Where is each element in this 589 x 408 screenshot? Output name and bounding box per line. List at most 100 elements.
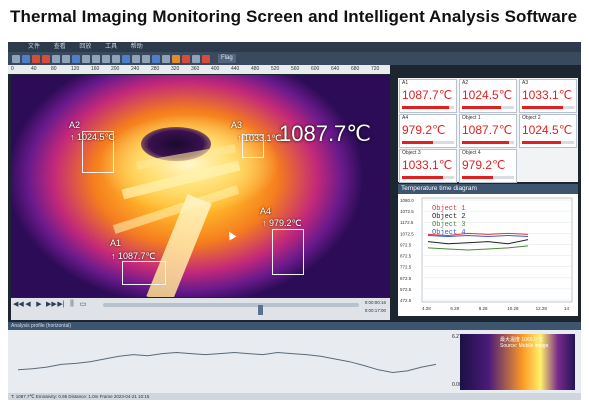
toolbar: Flag bbox=[8, 52, 581, 65]
ruler-tick: 440 bbox=[231, 66, 240, 72]
grid-icon[interactable] bbox=[82, 54, 90, 63]
roi-value-a1: ↑ 1087.7℃ bbox=[111, 251, 156, 261]
ruler-tick: 200 bbox=[111, 66, 120, 72]
trend-y-tick: 1072.5 bbox=[400, 231, 414, 236]
reading-value: 1024.5℃ bbox=[522, 123, 573, 137]
stop-icon[interactable] bbox=[32, 54, 40, 63]
export-icon[interactable] bbox=[192, 54, 200, 63]
rect-tool-icon[interactable] bbox=[92, 54, 100, 63]
reading-name: A2 bbox=[462, 80, 469, 86]
ruler-tick: 40 bbox=[31, 66, 37, 72]
roi-value-a4: ↑ 979.2℃ bbox=[262, 218, 302, 228]
ruler-tick: 400 bbox=[211, 66, 220, 72]
reading-tile[interactable]: A4 979.2℃ bbox=[399, 114, 457, 148]
reading-level-fill bbox=[402, 141, 434, 144]
reading-tile[interactable]: Object 3 1033.1℃ bbox=[399, 149, 457, 183]
step-back-icon[interactable]: ◀ bbox=[24, 300, 32, 308]
flag-button[interactable]: Flag bbox=[218, 54, 236, 63]
reading-level-fill bbox=[402, 176, 443, 179]
pause-icon[interactable]: || bbox=[68, 300, 76, 308]
chart-icon[interactable] bbox=[132, 54, 140, 63]
reading-level-fill bbox=[402, 106, 449, 109]
reading-level-fill bbox=[522, 141, 561, 144]
settings-icon[interactable] bbox=[62, 54, 70, 63]
point-tool-icon[interactable] bbox=[112, 54, 120, 63]
max-temperature-readout: 1087.7℃ bbox=[279, 121, 371, 146]
profile-title: Analysis profile (horizontal) bbox=[8, 322, 581, 330]
reading-tile[interactable]: A1 1087.7℃ bbox=[399, 79, 457, 113]
reading-value: 979.2℃ bbox=[462, 158, 506, 172]
trend-y-tick: 872.5 bbox=[400, 254, 412, 259]
ruler-tick: 600 bbox=[311, 66, 320, 72]
pixel-ruler: 0 40 80 120 160 200 240 280 320 360 400 440 480 520 56… bbox=[8, 65, 390, 74]
seek-track[interactable] bbox=[103, 303, 359, 315]
reading-tile[interactable]: A3 1033.1℃ bbox=[519, 79, 577, 113]
alarm-icon[interactable] bbox=[162, 54, 170, 63]
report-icon[interactable] bbox=[152, 54, 160, 63]
roi-value-a3: ↑ 1033.1℃ bbox=[237, 133, 282, 143]
ruler-tick: 80 bbox=[51, 66, 57, 72]
reading-name: Object 1 bbox=[462, 115, 481, 121]
mouse-cursor-icon bbox=[225, 229, 237, 241]
line-tool-icon[interactable] bbox=[102, 54, 110, 63]
seek-thumb[interactable] bbox=[258, 305, 263, 315]
play-icon[interactable] bbox=[22, 54, 30, 63]
roi-box-a1[interactable] bbox=[122, 261, 166, 285]
record-icon[interactable] bbox=[42, 54, 50, 63]
roi-label-a1: A1 bbox=[110, 238, 122, 248]
reading-name: Object 4 bbox=[462, 150, 481, 156]
menu-help[interactable]: 帮助 bbox=[131, 44, 143, 50]
play-icon[interactable]: ▶ bbox=[35, 300, 43, 308]
hot-spot-icon[interactable] bbox=[182, 54, 190, 63]
menu-file[interactable]: 文件 bbox=[28, 44, 40, 50]
thermal-thumbnail[interactable]: 最大温度 1060.0 ℃ Source: Mobile image bbox=[460, 334, 575, 390]
step-forward-icon[interactable]: ▶▶ bbox=[46, 300, 57, 308]
trend-legend-entry: Object 2 bbox=[432, 213, 466, 221]
reading-level-bar bbox=[462, 176, 514, 179]
ruler-tick: 360 bbox=[191, 66, 200, 72]
delete-icon[interactable] bbox=[202, 54, 210, 63]
roi-label-a2: A2 bbox=[69, 120, 81, 130]
palette-icon[interactable] bbox=[172, 54, 180, 63]
reading-name: Object 2 bbox=[522, 115, 541, 121]
reading-tile[interactable]: Object 2 1024.5℃ bbox=[519, 114, 577, 148]
temperature-profile-chart[interactable] bbox=[12, 332, 452, 390]
prev-icon[interactable] bbox=[12, 54, 20, 63]
skip-end-icon[interactable]: ▶| bbox=[57, 300, 65, 308]
ruler-tick: 240 bbox=[131, 66, 140, 72]
menu-playback[interactable]: 回放 bbox=[79, 44, 91, 50]
ruler-tick: 640 bbox=[331, 66, 340, 72]
menu-tools[interactable]: 工具 bbox=[105, 44, 117, 50]
reading-tile[interactable]: Object 1 1087.7℃ bbox=[459, 114, 517, 148]
zoom-icon[interactable] bbox=[72, 54, 80, 63]
ruler-tick: 0 bbox=[11, 66, 14, 72]
reading-name: A1 bbox=[402, 80, 409, 86]
reading-name: Object 3 bbox=[402, 150, 421, 156]
trend-y-tick: 1072.5 bbox=[400, 209, 414, 214]
frame-button[interactable]: ▭ bbox=[79, 300, 87, 308]
thumbnail-caption: 最大温度 1060.0 ℃ bbox=[500, 337, 544, 343]
start-time: 0:00:00:16 bbox=[364, 300, 386, 305]
trend-y-tick: 672.5 bbox=[400, 276, 412, 281]
camera-icon[interactable] bbox=[52, 54, 60, 63]
ruler-tick: 560 bbox=[291, 66, 300, 72]
menu-view[interactable]: 查看 bbox=[54, 44, 66, 50]
reading-level-fill bbox=[462, 141, 509, 144]
trend-x-tick: 6.28 bbox=[450, 306, 459, 311]
polygon-tool-icon[interactable] bbox=[122, 54, 130, 63]
reading-tile[interactable]: Object 4 979.2℃ bbox=[459, 149, 517, 183]
reading-value: 1087.7℃ bbox=[402, 88, 453, 102]
trend-y-tick: 572.5 bbox=[400, 287, 412, 292]
temperature-trend-chart[interactable]: 1080.0 1072.5 1172.5 1072.5 972.5 872.5 772.5 6… bbox=[398, 194, 578, 316]
table-icon[interactable] bbox=[142, 54, 150, 63]
trend-x-tick: 14 bbox=[564, 306, 570, 311]
reading-level-bar bbox=[402, 176, 454, 179]
roi-box-a4[interactable] bbox=[272, 229, 304, 275]
skip-back-icon[interactable]: ◀◀ bbox=[13, 300, 24, 308]
trend-y-tick: 472.5 bbox=[400, 298, 412, 303]
thermal-image-view[interactable]: A2 ↑ 1024.5℃ A3 ↑ 1033.1℃ A4 ↑ 979.2℃ A1… bbox=[11, 75, 390, 297]
trend-panel: Temperature time diagram 1080.0 1072.5 117… bbox=[398, 184, 578, 316]
reading-value: 1024.5℃ bbox=[462, 88, 513, 102]
reading-value: 1033.1℃ bbox=[402, 158, 453, 172]
reading-tile[interactable]: A2 1024.5℃ bbox=[459, 79, 517, 113]
